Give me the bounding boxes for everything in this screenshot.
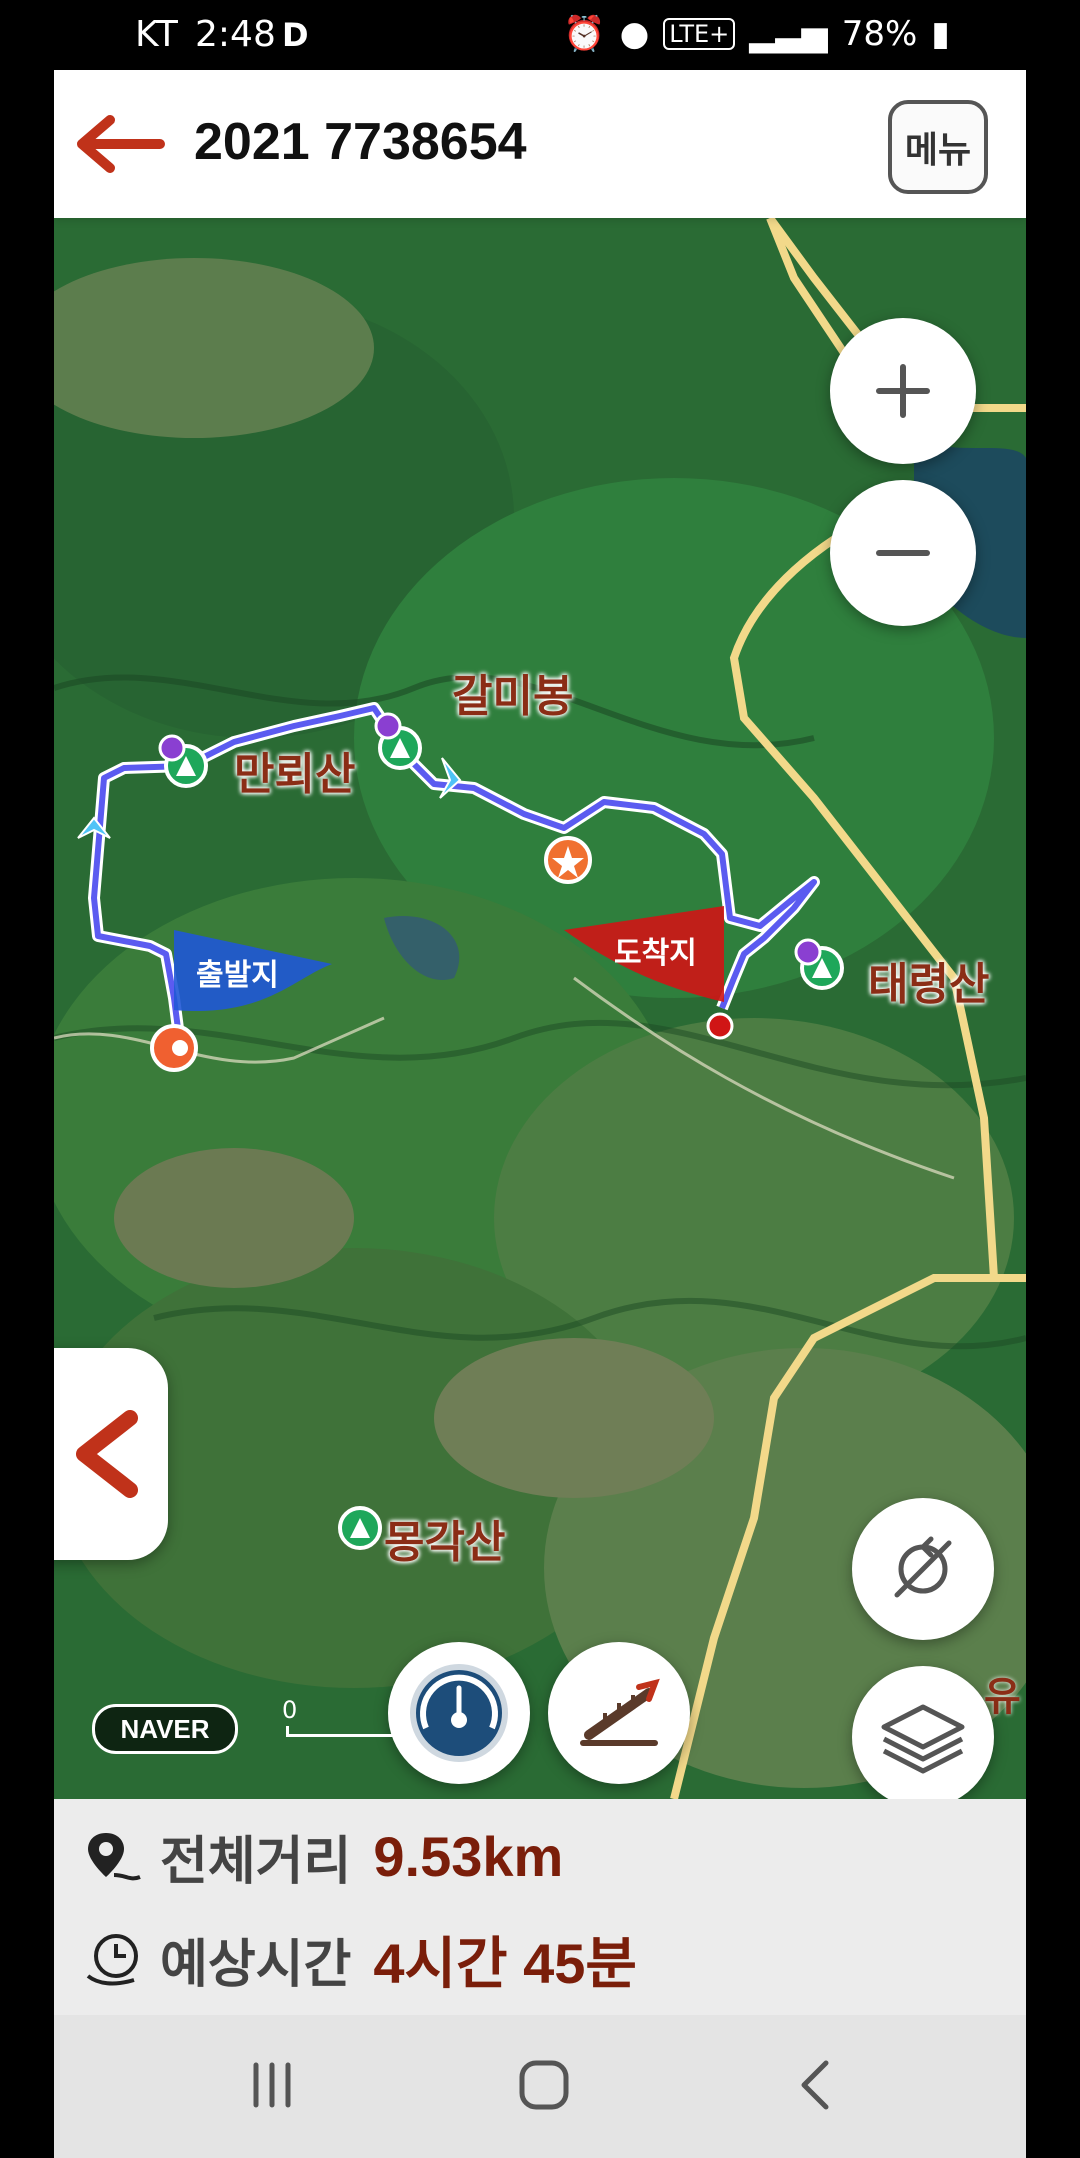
route-distance-icon <box>88 1832 141 1880</box>
elevation-profile-button[interactable] <box>548 1642 690 1784</box>
alarm-icon: ⏰ <box>563 14 606 54</box>
back-arrow-icon <box>77 115 165 173</box>
back-button[interactable] <box>76 112 166 176</box>
clock-icon <box>86 1933 138 1985</box>
chevron-left-icon <box>801 2060 829 2110</box>
menu-button[interactable]: 메뉴 <box>888 100 988 194</box>
end-flag-label: 도착지 <box>614 936 697 971</box>
peak-label: 갈미봉 <box>452 671 574 722</box>
side-panel-toggle[interactable] <box>54 1348 168 1560</box>
clock: 2:48 <box>195 14 276 55</box>
distance-value: 9.53km <box>373 1825 564 1888</box>
scale-label: 0 <box>282 1696 298 1724</box>
compass-button[interactable] <box>852 1498 994 1640</box>
distance-row: 전체거리 9.53km <box>84 1819 563 1894</box>
signal-icon: ▂▃▅ <box>749 14 828 54</box>
carrier-label: KT <box>135 14 178 55</box>
recents-button[interactable] <box>212 2045 332 2125</box>
peak-label: 태령산 <box>868 959 990 1010</box>
system-navigation-bar <box>54 2015 1026 2158</box>
speedometer-button[interactable] <box>388 1642 530 1784</box>
layers-button[interactable] <box>852 1666 994 1799</box>
network-type: LTE+ <box>663 18 736 50</box>
time-value: 4시간 45분 <box>373 1932 637 1995</box>
route-info-panel: 전체거리 9.53km 예상시간 4시간 45분 <box>54 1799 1026 2015</box>
home-button[interactable] <box>484 2045 604 2125</box>
speedometer-icon <box>410 1664 508 1762</box>
peak-label: 만뢰산 <box>234 749 356 800</box>
minus-icon <box>876 550 930 556</box>
status-bar: KT 2:48 D ⏰ ● LTE+ ▂▃▅ 78% ▮ <box>0 0 1080 70</box>
slope-icon <box>580 1678 660 1746</box>
map-view[interactable]: 갈미봉 만뢰산 태령산 몽각산 출발지 도착지 유 NAVER 0 <box>54 218 1026 1799</box>
location-icon: ● <box>619 14 650 54</box>
zoom-out-button[interactable] <box>830 480 976 626</box>
system-back-button[interactable] <box>756 2045 876 2125</box>
scale-bar <box>286 1726 409 1737</box>
layers-icon <box>881 1704 965 1774</box>
home-icon <box>519 2060 569 2110</box>
start-flag-label: 출발지 <box>196 958 279 993</box>
time-row: 예상시간 4시간 45분 <box>84 1919 637 2000</box>
battery-icon: ▮ <box>931 14 950 54</box>
rotation-lock-icon <box>894 1536 952 1598</box>
chevron-left-icon <box>76 1410 138 1498</box>
peak-label: 몽각산 <box>384 1517 506 1568</box>
app-notification-icon: D <box>282 16 309 54</box>
recents-icon <box>253 2062 291 2108</box>
plus-icon <box>876 364 930 418</box>
map-provider-logo: NAVER <box>92 1704 238 1754</box>
battery-level: 78% <box>841 14 918 54</box>
app-header: 2021 7738654 메뉴 <box>54 70 1026 218</box>
time-label: 예상시간 <box>160 1935 352 1995</box>
zoom-in-button[interactable] <box>830 318 976 464</box>
distance-label: 전체거리 <box>160 1832 352 1892</box>
status-icons: ⏰ ● LTE+ ▂▃▅ 78% ▮ <box>563 14 950 54</box>
app-window: 2021 7738654 메뉴 갈미봉 만뢰산 태령산 몽각산 출발지 도착지 … <box>54 70 1026 2158</box>
page-title: 2021 7738654 <box>194 113 527 171</box>
